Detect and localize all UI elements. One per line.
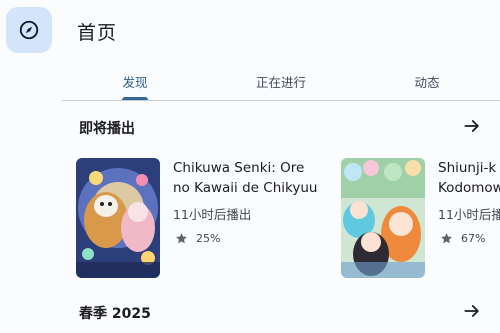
tab-discover[interactable]: 发现 [62, 63, 208, 100]
section-season-title: 春季 2025 [79, 306, 151, 322]
anime-score-2-value: 67% [461, 232, 486, 245]
arrow-right-icon[interactable] [462, 116, 482, 136]
cover-art-1 [76, 158, 160, 278]
anime-title-1-line1[interactable]: Chikuwa Senki: Ore [173, 158, 333, 178]
anime-airing-1: 11小时后播出 [173, 207, 252, 222]
tab-activity-label: 动态 [414, 74, 440, 90]
anime-title-1-line2[interactable]: no Kawaii de Chikyuu [173, 178, 333, 198]
compass-icon [19, 20, 39, 40]
section-upcoming-title: 即将播出 [79, 121, 135, 137]
page-title: 首页 [77, 22, 118, 44]
tab-bar: 发现 正在进行 动态 [62, 63, 500, 101]
anime-cover-1[interactable] [76, 158, 160, 278]
anime-score-2: 67% [440, 232, 485, 245]
anime-title-2-line1[interactable]: Shiunji-k [438, 158, 500, 178]
tab-in-progress[interactable]: 正在进行 [208, 63, 354, 99]
cover-art-2 [341, 158, 425, 278]
arrow-right-icon[interactable] [462, 301, 482, 321]
tab-discover-label: 发现 [122, 74, 148, 90]
anime-score-1: 25% [175, 232, 220, 245]
anime-airing-2: 11小时后播 [438, 207, 500, 222]
tabs-divider [62, 100, 500, 101]
tab-in-progress-label: 正在进行 [255, 74, 306, 90]
nav-discover-button[interactable] [6, 7, 52, 53]
tab-activity[interactable]: 动态 [354, 63, 500, 99]
anime-score-1-value: 25% [196, 232, 221, 245]
star-icon [441, 233, 452, 244]
star-icon [176, 233, 187, 244]
anime-title-2-line2[interactable]: Kodomow [438, 178, 500, 198]
anime-cover-2[interactable] [341, 158, 425, 278]
